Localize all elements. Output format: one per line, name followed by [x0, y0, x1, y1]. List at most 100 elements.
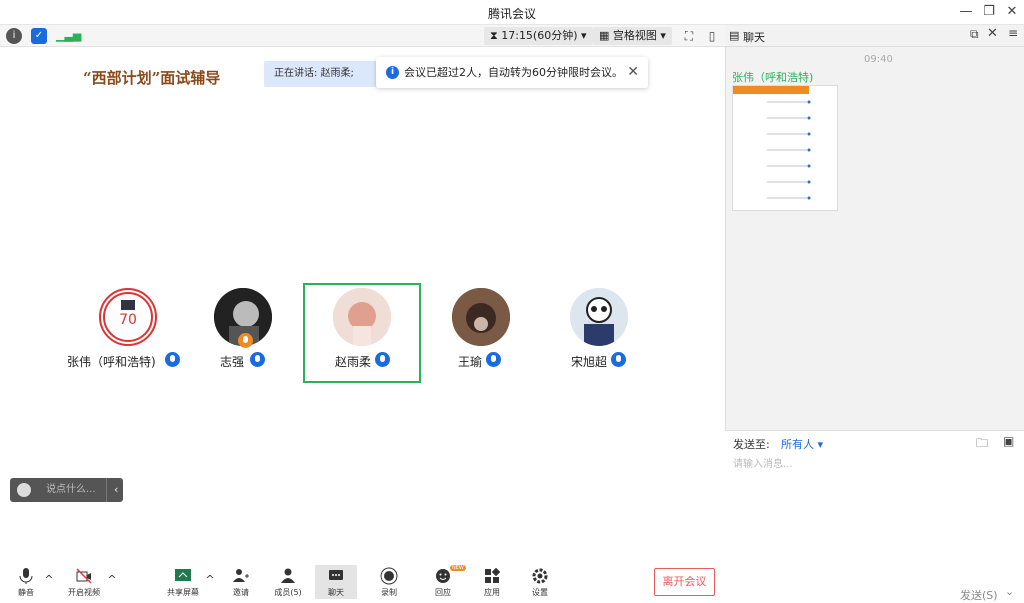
chat-button[interactable]: 聊天 [315, 565, 357, 599]
message-timestamp: 09:40 [864, 54, 893, 65]
chat-label: 聊天 [328, 588, 344, 597]
invite-label: 邀请 [233, 588, 249, 597]
info-icon[interactable]: i [6, 28, 22, 44]
new-badge: NEW [450, 565, 466, 571]
settings-label: 设置 [532, 588, 548, 597]
add-user-icon [233, 569, 249, 582]
dog-avatar [452, 288, 510, 346]
chevron-left-icon[interactable]: ‹ [114, 478, 118, 502]
panda-avatar [570, 288, 628, 346]
share-screen-button[interactable]: 共享屏幕 [163, 567, 203, 598]
leave-meeting-button[interactable]: 离开会议 [654, 568, 715, 596]
settings-button[interactable]: 设置 [520, 567, 560, 598]
message-sender: 张伟（呼和浩特) [732, 71, 814, 84]
timer-text: 17:15(60分钟) [501, 29, 578, 42]
mic-icon [165, 352, 180, 367]
mic-icon [611, 352, 626, 367]
chat-icon: ▤ [729, 29, 740, 42]
apps-button[interactable]: 应用 [472, 567, 512, 598]
emoji-react-icon [436, 569, 450, 583]
chevron-down-icon[interactable]: ⌄ [1005, 585, 1014, 598]
record-label: 录制 [381, 588, 397, 597]
participant-tile[interactable]: 志强 [184, 283, 302, 383]
send-to-value: 所有人 [781, 438, 814, 451]
members-label: 成员(5) [274, 588, 302, 597]
share-screen-icon [175, 569, 191, 581]
timer-pill[interactable]: ⧗ 17:15(60分钟) ▾ [484, 27, 593, 45]
info-icon: i [386, 66, 399, 79]
emoji-icon[interactable] [17, 483, 31, 497]
minimize-icon[interactable]: — [954, 3, 978, 21]
shield-icon[interactable]: ✓ [31, 28, 47, 44]
chat-icon [329, 570, 343, 580]
meeting-title: “西部计划”面试辅导 [83, 69, 221, 87]
chevron-down-icon: ▾ [817, 438, 824, 451]
grid-icon: ▦ [599, 29, 610, 42]
apps-label: 应用 [484, 588, 500, 597]
react-label: 回应 [435, 588, 451, 597]
mute-label: 静音 [18, 588, 34, 597]
message-image[interactable] [732, 85, 838, 211]
bottom-control-bar: 静音 ^ 开启视频 ^ 共享屏幕 ^ 邀请 成员(5) 聊天 录制 NEW 回应… [0, 563, 725, 599]
send-to-label: 发送至: [733, 438, 770, 451]
participant-tile[interactable]: 70 张伟（呼和浩特) [63, 283, 181, 383]
participant-name: 王瑜 [458, 355, 483, 369]
view-mode-label: 宫格视图 [612, 29, 657, 42]
sidebar-toggle-icon[interactable]: ▯ [704, 28, 720, 44]
members-button[interactable]: 成员(5) [268, 567, 308, 598]
start-video-button[interactable]: 开启视频 [64, 567, 104, 598]
chevron-up-icon[interactable]: ^ [203, 573, 217, 586]
message-input[interactable]: 请输入消息... [733, 455, 793, 470]
participant-name: 赵雨柔 [335, 355, 372, 369]
window-title: 腾讯会议 [487, 7, 536, 21]
close-icon[interactable]: ✕ [987, 26, 998, 41]
fullscreen-icon[interactable]: ⛶ [681, 28, 697, 44]
record-icon [380, 567, 398, 585]
mic-icon [486, 352, 501, 367]
mic-icon [375, 352, 390, 367]
view-mode-button[interactable]: ▦ 宫格视图 ▾ [593, 27, 672, 45]
chevron-up-icon[interactable]: ^ [42, 573, 56, 586]
chat-panel-header: ▤ 聊天 ⧉ ✕ ≡ [725, 25, 1024, 47]
record-button[interactable]: 录制 [369, 567, 409, 598]
participant-name: 宋旭超 [571, 355, 608, 369]
react-button[interactable]: NEW 回应 [423, 565, 466, 598]
chat-composer: 发送至: 所有人 ▾ 🗀 ▣ 请输入消息... 发送(S) ⌄ [725, 430, 1024, 602]
signal-icon[interactable]: ▁▃▅ [56, 28, 81, 44]
send-button[interactable]: 发送(S) [960, 587, 998, 603]
close-icon[interactable]: ✕ [627, 57, 639, 88]
notice-text: 会议已超过2人，自动转为60分钟限时会议。 [404, 66, 623, 79]
menu-icon[interactable]: ≡ [1008, 26, 1018, 40]
video-off-icon [76, 568, 92, 584]
svg-text:70: 70 [119, 312, 137, 328]
close-icon[interactable]: ✕ [1000, 3, 1024, 21]
quick-chat-placeholder[interactable]: 说点什么... [46, 478, 96, 502]
users-icon [281, 568, 295, 583]
invite-button[interactable]: 邀请 [221, 567, 261, 598]
participant-tile[interactable]: 王瑜 [421, 283, 539, 383]
user-badge-icon [238, 333, 253, 348]
quick-chat-bar[interactable]: 说点什么... ‹ [10, 478, 123, 502]
chat-panel-title: 聊天 [743, 31, 765, 44]
notice-toast: i 会议已超过2人，自动转为60分钟限时会议。 ✕ [376, 57, 648, 88]
cartoon-avatar [333, 288, 391, 346]
microphone-icon [19, 568, 33, 584]
participant-name: 志强 [220, 355, 245, 369]
title-bar: 腾讯会议 — ❐ ✕ [0, 0, 1024, 25]
chevron-down-icon: ▾ [581, 29, 587, 42]
apps-icon [485, 567, 501, 583]
send-to-select[interactable]: 所有人 ▾ [781, 436, 823, 452]
meeting-toolbar: i ✓ ▁▃▅ ⧗ 17:15(60分钟) ▾ ▦ 宫格视图 ▾ ⛶ ▯ [0, 25, 725, 47]
video-label: 开启视频 [68, 588, 100, 597]
folder-icon[interactable]: 🗀 [976, 434, 988, 455]
chevron-up-icon[interactable]: ^ [105, 573, 119, 586]
participant-tile-active[interactable]: 赵雨柔 [303, 283, 421, 383]
participant-name: 张伟（呼和浩特) [67, 355, 156, 369]
participant-tile[interactable]: 宋旭超 [540, 283, 658, 383]
logo-avatar: 70 [99, 288, 157, 346]
screenshot-icon[interactable]: ▣ [1003, 434, 1014, 448]
share-label: 共享屏幕 [167, 588, 199, 597]
restore-icon[interactable]: ❐ [977, 3, 1001, 21]
popout-icon[interactable]: ⧉ [970, 27, 979, 42]
mute-button[interactable]: 静音 [6, 567, 46, 598]
